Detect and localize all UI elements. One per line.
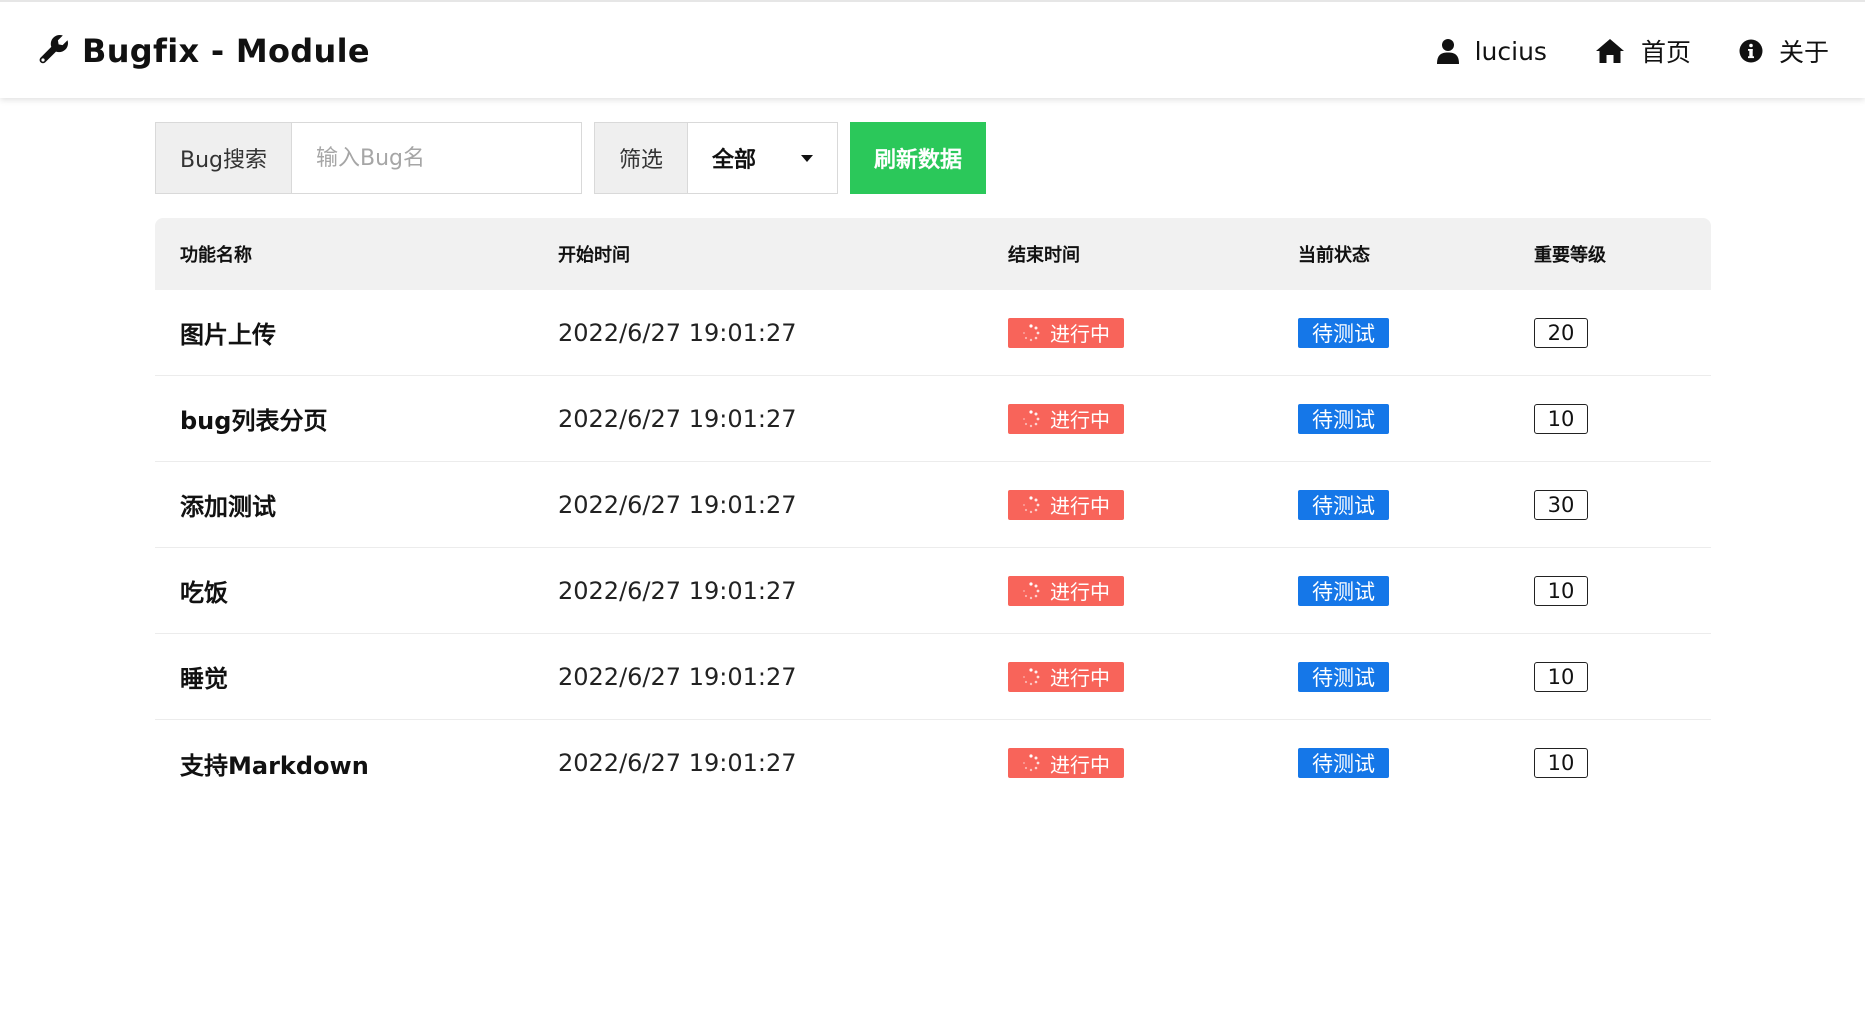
top-navbar: Bugfix - Module lucius 首页 关于: [0, 0, 1865, 98]
loading-spinner-icon: [1023, 495, 1040, 513]
bug-name: 支持Markdown: [180, 751, 369, 780]
in-progress-label: 进行中: [1050, 580, 1110, 604]
in-progress-label: 进行中: [1050, 322, 1110, 346]
status-cell: 待测试: [1273, 748, 1509, 778]
in-progress-tag: 进行中: [1008, 575, 1124, 606]
refresh-button[interactable]: 刷新数据: [850, 122, 987, 194]
status-badge: 待测试: [1298, 489, 1389, 520]
start-time: 2022/6/27 19:01:27: [558, 662, 797, 691]
search-label: Bug搜索: [155, 122, 293, 194]
bug-name: 睡觉: [180, 665, 228, 693]
start-time: 2022/6/27 19:01:27: [558, 749, 797, 777]
status-cell: 待测试: [1273, 489, 1509, 520]
end-time-cell: 进行中: [983, 489, 1273, 520]
in-progress-tag: 进行中: [1008, 317, 1124, 348]
table-row[interactable]: 图片上传 2022/6/27 19:01:27 进行中 待测试 20: [155, 290, 1711, 376]
end-time-cell: 进行中: [983, 661, 1273, 692]
filter-select[interactable]: 全部: [688, 122, 839, 194]
in-progress-label: 进行中: [1050, 752, 1110, 777]
status-cell: 待测试: [1273, 403, 1509, 434]
level-cell: 10: [1509, 403, 1711, 434]
in-progress-tag: 进行中: [1008, 661, 1124, 692]
bug-name: 吃饭: [180, 579, 228, 607]
bug-table: 功能名称 开始时间 结束时间 当前状态 重要等级 图片上传 2022/6/27 …: [155, 218, 1711, 806]
nav-user[interactable]: lucius: [1436, 36, 1547, 66]
column-header-start: 开始时间: [558, 245, 630, 266]
table-body: 图片上传 2022/6/27 19:01:27 进行中 待测试 20 bug列表…: [155, 290, 1711, 806]
bug-name: 添加测试: [180, 493, 276, 521]
level-cell: 10: [1509, 661, 1711, 692]
in-progress-tag: 进行中: [1008, 489, 1124, 520]
table-row[interactable]: 支持Markdown 2022/6/27 19:01:27 进行中 待测试 10: [155, 720, 1711, 806]
loading-spinner-icon: [1023, 667, 1040, 685]
in-progress-label: 进行中: [1050, 494, 1110, 518]
level-badge: 30: [1534, 489, 1588, 520]
filter-group: 筛选 全部: [594, 122, 839, 194]
toolbar: Bug搜索 筛选 全部 刷新数据: [155, 122, 987, 194]
start-time: 2022/6/27 19:01:27: [558, 318, 797, 347]
nav-user-label: lucius: [1474, 36, 1547, 66]
level-badge: 10: [1534, 748, 1588, 778]
in-progress-label: 进行中: [1050, 666, 1110, 690]
bug-name: 图片上传: [180, 321, 276, 349]
in-progress-label: 进行中: [1050, 408, 1110, 432]
caret-down-icon: [801, 154, 814, 162]
column-header-level: 重要等级: [1534, 245, 1606, 266]
status-cell: 待测试: [1273, 661, 1509, 692]
end-time-cell: 进行中: [983, 748, 1273, 778]
level-badge: 10: [1534, 661, 1588, 692]
status-cell: 待测试: [1273, 317, 1509, 348]
status-badge: 待测试: [1298, 403, 1389, 434]
table-row[interactable]: 睡觉 2022/6/27 19:01:27 进行中 待测试 10: [155, 634, 1711, 720]
user-icon: [1436, 38, 1459, 64]
end-time-cell: 进行中: [983, 403, 1273, 434]
level-cell: 10: [1509, 575, 1711, 606]
nav-home-label: 首页: [1640, 38, 1691, 67]
filter-label: 筛选: [594, 122, 689, 194]
end-time-cell: 进行中: [983, 317, 1273, 348]
loading-spinner-icon: [1023, 323, 1040, 341]
level-badge: 10: [1534, 403, 1588, 434]
bug-name: bug列表分页: [180, 407, 328, 435]
status-badge: 待测试: [1298, 575, 1389, 606]
start-time: 2022/6/27 19:01:27: [558, 576, 797, 605]
in-progress-tag: 进行中: [1008, 748, 1124, 778]
level-cell: 20: [1509, 317, 1711, 348]
status-badge: 待测试: [1298, 661, 1389, 692]
level-badge: 10: [1534, 575, 1588, 606]
table-row[interactable]: 吃饭 2022/6/27 19:01:27 进行中 待测试 10: [155, 548, 1711, 634]
level-badge: 20: [1534, 317, 1588, 348]
info-icon: [1739, 39, 1763, 63]
end-time-cell: 进行中: [983, 575, 1273, 606]
app-title: Bugfix - Module: [82, 32, 370, 70]
status-cell: 待测试: [1273, 575, 1509, 606]
home-icon: [1595, 38, 1625, 64]
level-cell: 10: [1509, 748, 1711, 778]
wrench-icon: [38, 33, 70, 69]
nav-home[interactable]: 首页: [1595, 33, 1691, 69]
level-cell: 30: [1509, 489, 1711, 520]
loading-spinner-icon: [1023, 581, 1040, 599]
table-header: 功能名称 开始时间 结束时间 当前状态 重要等级: [155, 218, 1711, 290]
nav-about-label: 关于: [1778, 38, 1829, 67]
column-header-name: 功能名称: [180, 245, 252, 266]
column-header-end: 结束时间: [1008, 245, 1080, 266]
nav-about[interactable]: 关于: [1739, 33, 1829, 69]
column-header-status: 当前状态: [1298, 245, 1370, 266]
loading-spinner-icon: [1023, 409, 1040, 427]
filter-selected-value: 全部: [712, 148, 757, 173]
start-time: 2022/6/27 19:01:27: [558, 404, 797, 433]
search-input[interactable]: [292, 122, 583, 194]
table-row[interactable]: 添加测试 2022/6/27 19:01:27 进行中 待测试 30: [155, 462, 1711, 548]
status-badge: 待测试: [1298, 748, 1389, 778]
brand[interactable]: Bugfix - Module: [38, 2, 370, 100]
in-progress-tag: 进行中: [1008, 403, 1124, 434]
start-time: 2022/6/27 19:01:27: [558, 490, 797, 519]
top-nav: lucius 首页 关于: [1436, 2, 1829, 100]
status-badge: 待测试: [1298, 317, 1389, 348]
table-row[interactable]: bug列表分页 2022/6/27 19:01:27 进行中 待测试 10: [155, 376, 1711, 462]
loading-spinner-icon: [1023, 754, 1040, 772]
